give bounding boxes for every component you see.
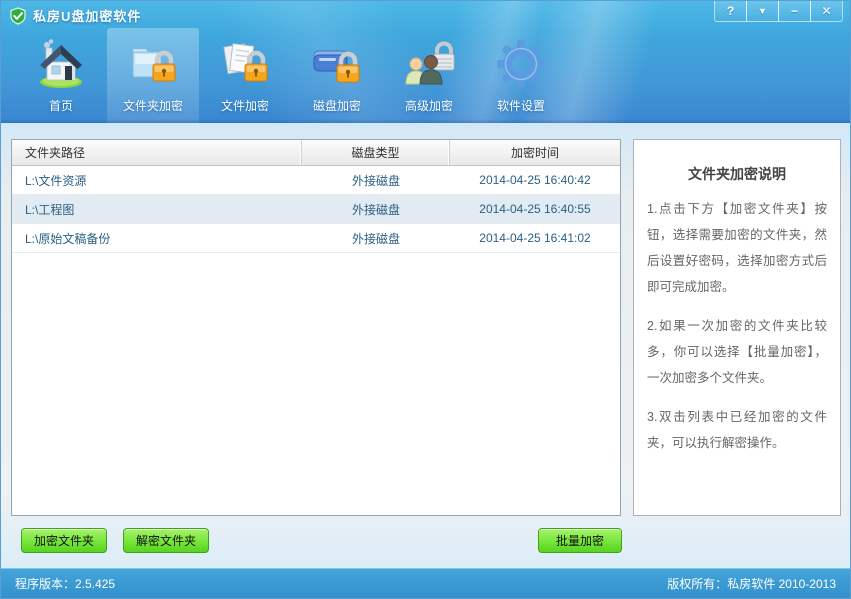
home-icon xyxy=(35,38,87,90)
column-header-folder-path[interactable]: 文件夹路径 xyxy=(12,140,302,165)
cell-disk-type: 外接磁盘 xyxy=(351,231,400,246)
users-lock-icon xyxy=(403,38,455,90)
window-controls: ? ▼ − ✕ xyxy=(714,1,843,22)
column-header-disk-type[interactable]: 磁盘类型 xyxy=(302,140,450,165)
folder-lock-icon xyxy=(127,38,179,90)
cell-encrypt-time: 2014-04-25 16:40:42 xyxy=(479,173,591,187)
cell-disk-type: 外接磁盘 xyxy=(351,173,400,188)
nav-item-advanced-encrypt[interactable]: 高级加密 xyxy=(383,28,475,123)
close-button[interactable]: ✕ xyxy=(810,1,843,22)
main-content: 文件夹路径 磁盘类型 加密时间 L:\文件资源 外接磁盘 2014-04-25 … xyxy=(1,123,850,568)
table-row[interactable]: L:\原始文稿备份 外接磁盘 2014-04-25 16:41:02 xyxy=(12,224,620,253)
nav-label: 软件设置 xyxy=(496,99,545,113)
column-header-encrypt-time[interactable]: 加密时间 xyxy=(450,140,620,165)
nav-label: 文件夹加密 xyxy=(122,99,183,113)
encrypted-folders-table: 文件夹路径 磁盘类型 加密时间 L:\文件资源 外接磁盘 2014-04-25 … xyxy=(11,139,621,516)
nav-item-file-encrypt[interactable]: 文件加密 xyxy=(199,28,291,123)
app-title: 私房U盘加密软件 xyxy=(33,9,142,24)
nav-label: 磁盘加密 xyxy=(312,99,361,113)
nav-label: 高级加密 xyxy=(404,99,453,113)
nav-item-settings[interactable]: 软件设置 xyxy=(475,28,567,123)
nav-label: 首页 xyxy=(48,99,73,113)
table-row[interactable]: L:\文件资源 外接磁盘 2014-04-25 16:40:42 xyxy=(12,166,620,195)
cell-folder-path: L:\原始文稿备份 xyxy=(25,231,111,246)
cell-encrypt-time: 2014-04-25 16:41:02 xyxy=(479,231,591,245)
nav-item-folder-encrypt[interactable]: 文件夹加密 xyxy=(107,28,199,123)
help-paragraph: 2.如果一次加密的文件夹比较多，你可以选择【批量加密】，一次加密多个文件夹。 xyxy=(647,319,827,385)
help-panel-body: 1.点击下方【加密文件夹】按钮，选择需要加密的文件夹，然后设置好密码，选择加密方… xyxy=(634,196,840,456)
help-panel-title: 文件夹加密说明 xyxy=(688,166,786,182)
help-paragraph: 3.双击列表中已经加密的文件夹，可以执行解密操作。 xyxy=(647,410,827,450)
nav-label: 文件加密 xyxy=(220,99,269,113)
help-paragraph: 1.点击下方【加密文件夹】按钮，选择需要加密的文件夹，然后设置好密码，选择加密方… xyxy=(647,202,827,294)
titlebar: 私房U盘加密软件 xyxy=(9,6,141,25)
table-header-row: 文件夹路径 磁盘类型 加密时间 xyxy=(12,140,620,166)
gear-icon xyxy=(495,38,547,90)
help-button[interactable]: ? xyxy=(714,1,747,22)
nav-item-disk-encrypt[interactable]: 磁盘加密 xyxy=(291,28,383,123)
app-window: 私房U盘加密软件 ? ▼ − ✕ 首页 文件夹加密 文件加密 磁盘加密 高级加密… xyxy=(0,0,851,599)
cell-disk-type: 外接磁盘 xyxy=(351,202,400,217)
table-row[interactable]: L:\工程图 外接磁盘 2014-04-25 16:40:55 xyxy=(12,195,620,224)
shield-check-icon xyxy=(9,6,27,25)
minimize-button[interactable]: − xyxy=(778,1,811,22)
cell-encrypt-time: 2014-04-25 16:40:55 xyxy=(479,202,591,216)
disk-lock-icon xyxy=(311,38,363,90)
encrypt-folder-button[interactable]: 加密文件夹 xyxy=(21,528,107,553)
program-version-text: 程序版本：2.5.425 xyxy=(15,577,116,591)
help-panel: 文件夹加密说明 1.点击下方【加密文件夹】按钮，选择需要加密的文件夹，然后设置好… xyxy=(633,139,841,516)
status-bar: 程序版本：2.5.425 版权所有：私房软件 2010-2013 xyxy=(1,568,850,598)
nav-item-home[interactable]: 首页 xyxy=(15,28,107,123)
decrypt-folder-button[interactable]: 解密文件夹 xyxy=(123,528,209,553)
batch-encrypt-button[interactable]: 批量加密 xyxy=(538,528,622,553)
cell-folder-path: L:\工程图 xyxy=(25,202,75,217)
cell-folder-path: L:\文件资源 xyxy=(25,173,87,188)
file-lock-icon xyxy=(219,38,271,90)
skin-button[interactable]: ▼ xyxy=(746,1,779,22)
toolbar-nav: 首页 文件夹加密 文件加密 磁盘加密 高级加密 软件设置 xyxy=(15,28,567,123)
app-header: 私房U盘加密软件 ? ▼ − ✕ 首页 文件夹加密 文件加密 磁盘加密 高级加密… xyxy=(1,1,850,123)
copyright-text: 版权所有：私房软件 2010-2013 xyxy=(667,577,836,591)
